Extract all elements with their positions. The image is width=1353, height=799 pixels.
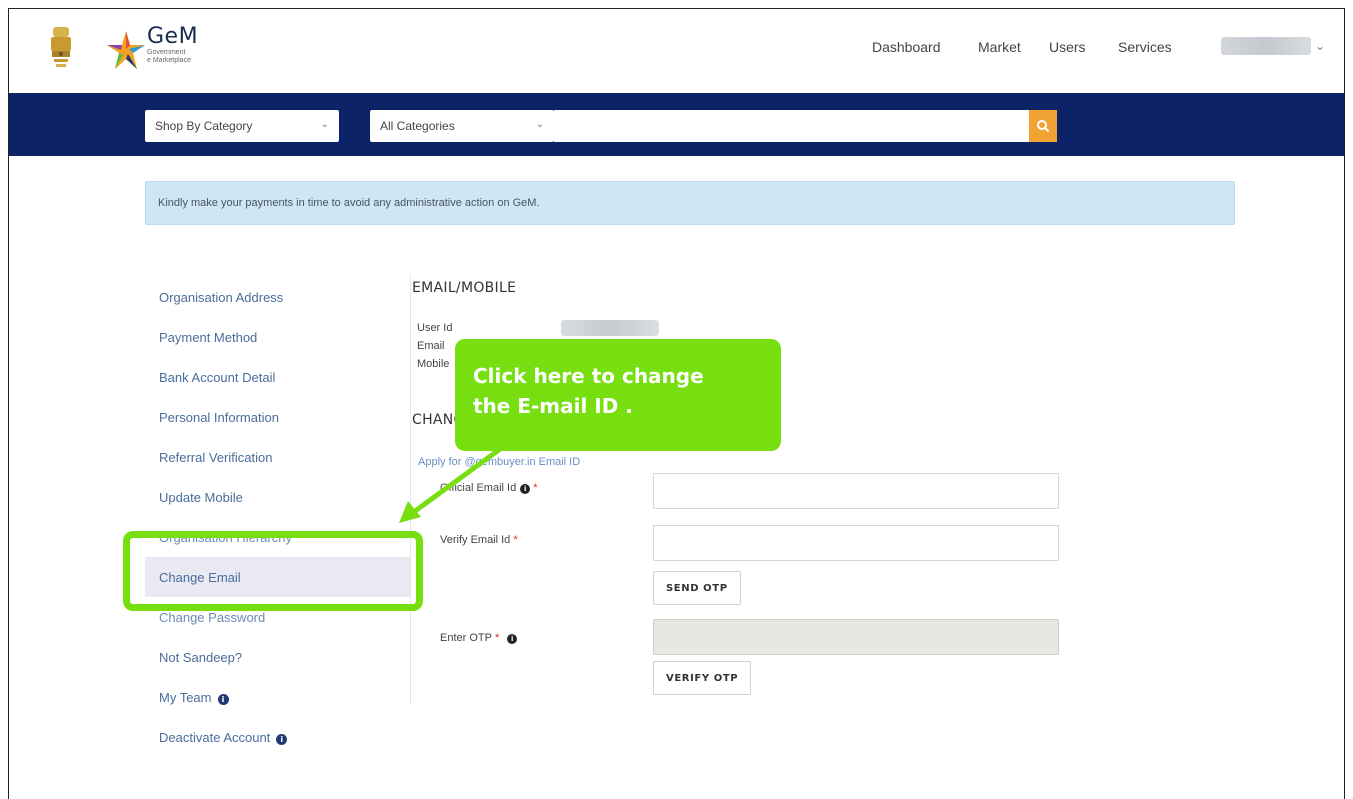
brand-sub-marketplace: e Marketplace: [147, 57, 191, 64]
sidebar-item-my-team[interactable]: My Team i: [145, 677, 411, 717]
search-icon: [1037, 120, 1050, 133]
section-title-email-mobile: EMAIL/MOBILE: [412, 280, 517, 296]
shop-by-category-label: Shop By Category: [155, 119, 253, 133]
info-icon: i: [520, 484, 531, 494]
official-email-label: Official Email Id i *: [440, 482, 538, 494]
official-email-input[interactable]: [653, 473, 1059, 509]
browser-frame: GeM Government e Marketplace Dashboard M…: [8, 8, 1345, 799]
info-icon: i: [217, 694, 229, 705]
apply-gembuyer-email-link[interactable]: Apply for @gembuyer.in Email ID: [418, 456, 580, 468]
user-menu[interactable]: ⌄: [1221, 37, 1325, 55]
search-band: Shop By Category ⌄ All Categories ⌄: [9, 93, 1344, 156]
brand-sub-government: Government: [147, 49, 186, 56]
user-id-value-blurred: [561, 320, 659, 336]
shop-by-category-select[interactable]: Shop By Category ⌄: [145, 110, 339, 142]
search-input[interactable]: [554, 110, 1029, 142]
verify-email-label: Verify Email Id *: [440, 534, 518, 546]
official-email-label-text: Official Email Id: [440, 482, 517, 494]
sidebar-item-deactivate-account[interactable]: Deactivate Account i: [145, 717, 411, 757]
brand[interactable]: GeM Government e Marketplace: [147, 25, 198, 65]
mobile-label: Mobile: [417, 358, 450, 370]
top-header: GeM Government e Marketplace Dashboard M…: [9, 9, 1344, 93]
national-emblem-icon: [51, 27, 71, 67]
verify-email-label-text: Verify Email Id: [440, 534, 511, 546]
nav-users[interactable]: Users: [1049, 39, 1118, 55]
deactivate-account-label: Deactivate Account: [159, 730, 271, 745]
nav-dashboard[interactable]: Dashboard: [872, 39, 978, 55]
chevron-down-icon: ⌄: [535, 119, 544, 130]
email-label: Email: [417, 340, 445, 352]
gem-logo-icon: [107, 31, 145, 69]
required-asterisk: *: [513, 534, 518, 546]
callout-line-2: the E-mail ID .: [473, 394, 633, 418]
nav-market[interactable]: Market: [978, 39, 1049, 55]
required-asterisk: *: [494, 632, 500, 644]
required-asterisk: *: [533, 482, 538, 494]
sidebar-item-not-sandeep[interactable]: Not Sandeep?: [145, 637, 411, 677]
info-icon: i: [276, 734, 288, 745]
callout-line-1: Click here to change: [473, 364, 704, 388]
tutorial-callout: Click here to change the E-mail ID .: [455, 339, 781, 451]
brand-name: GeM: [147, 24, 199, 49]
user-id-label: User Id: [417, 322, 453, 334]
sidebar-item-referral-verification[interactable]: Referral Verification: [145, 437, 411, 477]
enter-otp-label-text: Enter OTP: [440, 632, 492, 644]
sidebar-divider: [410, 274, 411, 704]
top-nav: Dashboard Market Users Services: [872, 39, 1198, 55]
payment-alert: Kindly make your payments in time to avo…: [145, 181, 1235, 225]
sidebar-item-update-mobile[interactable]: Update Mobile: [145, 477, 411, 517]
all-categories-select[interactable]: All Categories ⌄: [370, 110, 554, 142]
highlight-change-email-box: [123, 531, 423, 611]
verify-email-input[interactable]: [653, 525, 1059, 561]
chevron-down-icon: ⌄: [1315, 39, 1326, 53]
chevron-down-icon: ⌄: [320, 119, 329, 130]
send-otp-button[interactable]: SEND OTP: [653, 571, 741, 605]
verify-otp-button[interactable]: VERIFY OTP: [653, 661, 752, 695]
search-button[interactable]: [1029, 110, 1057, 142]
info-icon: i: [507, 634, 518, 644]
enter-otp-label: Enter OTP * i: [440, 632, 518, 644]
my-team-label: My Team: [159, 690, 212, 705]
all-categories-label: All Categories: [380, 119, 455, 133]
sidebar-item-bank-account-detail[interactable]: Bank Account Detail: [145, 357, 411, 397]
user-name-blurred: [1221, 37, 1311, 55]
settings-sidebar: Organisation Address Payment Method Bank…: [145, 277, 411, 757]
sidebar-item-payment-method[interactable]: Payment Method: [145, 317, 411, 357]
enter-otp-input[interactable]: [653, 619, 1059, 655]
sidebar-item-organisation-address[interactable]: Organisation Address: [145, 277, 411, 317]
sidebar-item-personal-information[interactable]: Personal Information: [145, 397, 411, 437]
nav-services[interactable]: Services: [1118, 39, 1198, 55]
